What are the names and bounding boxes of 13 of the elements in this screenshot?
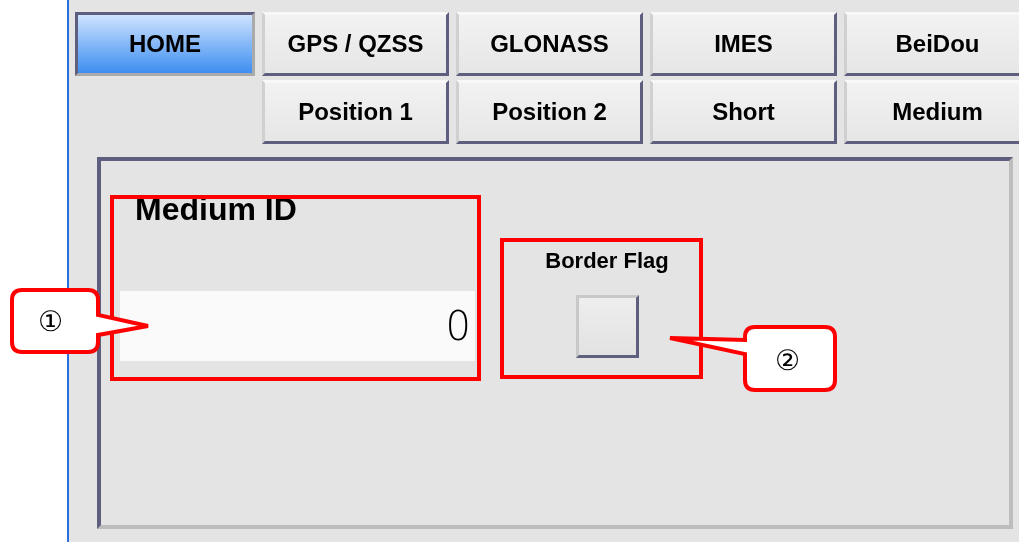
nav-button[interactable]: Position 1 — [262, 80, 449, 144]
nav-button[interactable]: Short — [650, 80, 837, 144]
field-label: Border Flag — [545, 247, 669, 275]
nav-button[interactable]: HOME — [75, 12, 255, 76]
nav-button[interactable]: Medium — [844, 80, 1019, 144]
nav-button[interactable]: BeiDou — [844, 12, 1019, 76]
field-label: Medium ID — [134, 191, 297, 228]
nav-button[interactable]: Position 2 — [456, 80, 643, 144]
border-flag-toggle[interactable] — [575, 295, 639, 358]
nav-button[interactable]: IMES — [650, 12, 837, 76]
nav-button[interactable]: GPS / QZSS — [262, 12, 449, 76]
nav-button[interactable]: GLONASS — [456, 12, 643, 76]
medium-id-field[interactable]: 0 — [120, 291, 475, 361]
